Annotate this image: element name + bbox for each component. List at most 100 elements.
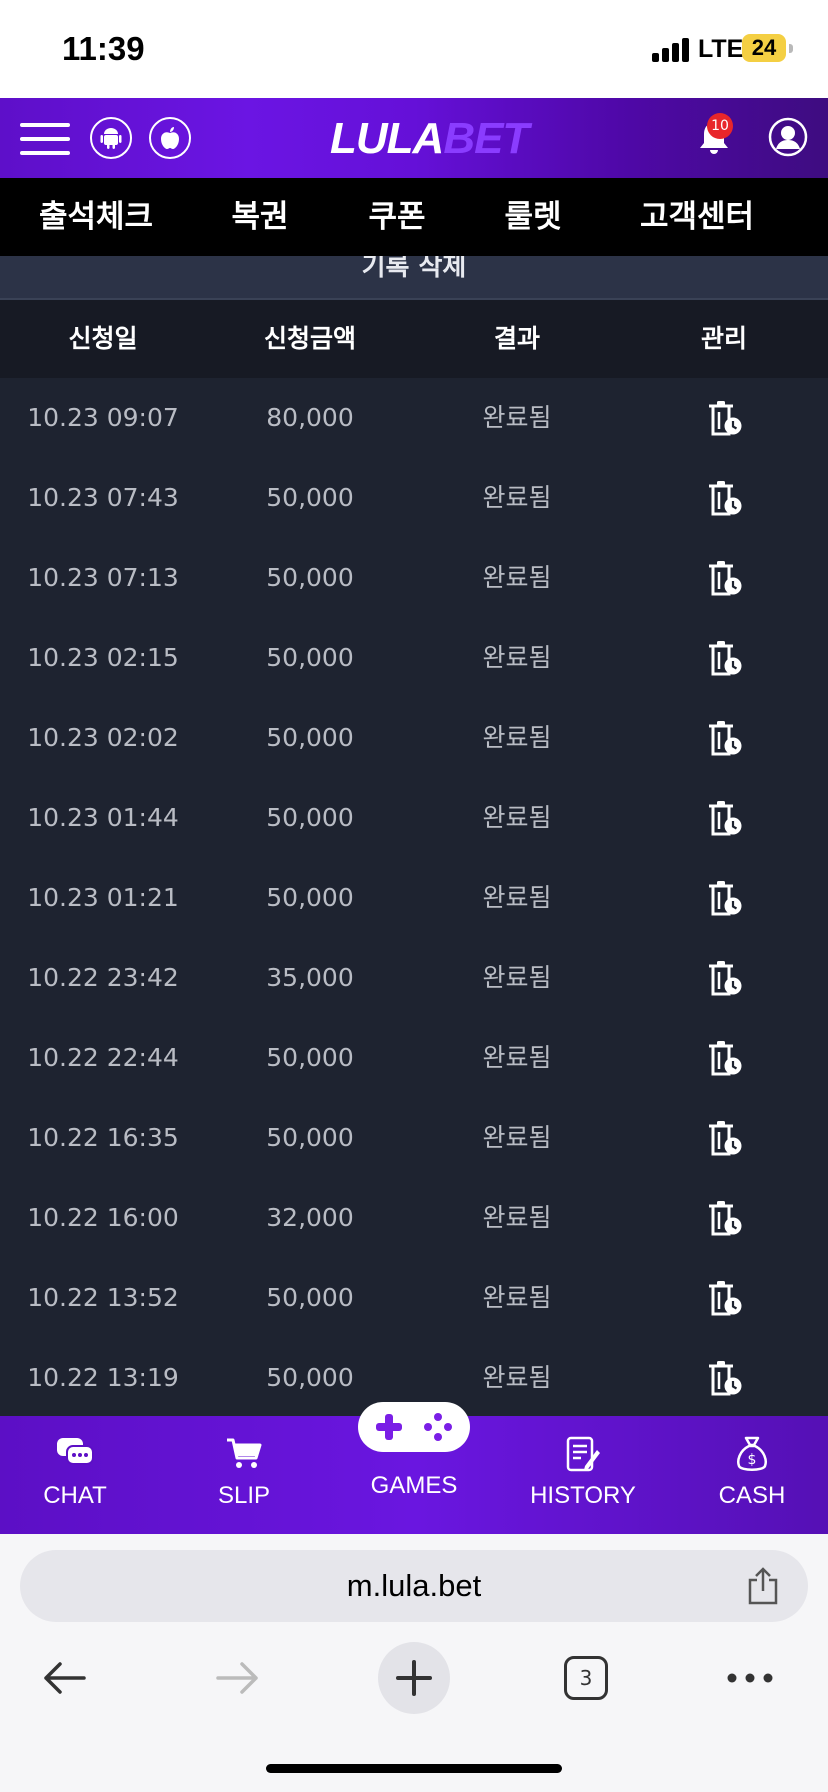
- delete-record-icon[interactable]: [704, 1038, 744, 1078]
- row-result: 완료됨: [482, 403, 552, 432]
- table-row: 10.23 01:44 50,000 완료됨: [0, 778, 828, 858]
- delete-record-icon[interactable]: [704, 1358, 744, 1398]
- row-date: 10.22 22:44: [27, 1043, 179, 1072]
- delete-record-icon[interactable]: [704, 478, 744, 518]
- bottom-nav-chat[interactable]: CHAT: [15, 1416, 135, 1534]
- row-amount: 50,000: [266, 883, 354, 912]
- bottom-nav-history[interactable]: HISTORY: [523, 1416, 643, 1534]
- row-date: 10.23 07:43: [27, 483, 179, 512]
- col-manage: 관리: [700, 324, 748, 353]
- row-result: 완료됨: [482, 563, 552, 592]
- cart-icon: [227, 1438, 262, 1468]
- table-row: 10.22 13:52 50,000 완료됨: [0, 1258, 828, 1338]
- delete-record-icon[interactable]: [704, 1278, 744, 1318]
- user-icon[interactable]: [768, 117, 808, 157]
- col-result: 결과: [493, 324, 541, 353]
- row-date: 10.22 13:52: [27, 1283, 179, 1312]
- new-tab-button[interactable]: [378, 1642, 450, 1714]
- row-result: 완료됨: [482, 483, 552, 512]
- delete-record-icon[interactable]: [704, 638, 744, 678]
- battery-level: 24: [751, 35, 777, 60]
- share-icon[interactable]: [746, 1566, 780, 1606]
- row-result: 완료됨: [482, 803, 552, 832]
- logo-part-a: LULA: [330, 114, 444, 163]
- tabs-button[interactable]: 3: [564, 1656, 608, 1700]
- apple-icon[interactable]: [149, 117, 191, 159]
- row-date: 10.22 23:42: [27, 963, 179, 992]
- table-row: 10.23 07:13 50,000 완료됨: [0, 538, 828, 618]
- row-date: 10.23 07:13: [27, 563, 179, 592]
- bottom-nav-cash-label: CASH: [718, 1482, 786, 1509]
- row-date: 10.22 16:00: [27, 1203, 179, 1232]
- android-icon[interactable]: [90, 117, 132, 159]
- bottom-nav-chat-label: CHAT: [43, 1482, 107, 1509]
- row-date: 10.23 02:15: [27, 643, 179, 672]
- money-bag-icon: $: [737, 1436, 767, 1471]
- history-icon: [566, 1436, 600, 1472]
- delete-record-icon[interactable]: [704, 398, 744, 438]
- row-date: 10.23 02:02: [27, 723, 179, 752]
- delete-record-icon[interactable]: [704, 1118, 744, 1158]
- forward-icon[interactable]: [214, 1660, 262, 1696]
- delete-record-icon[interactable]: [704, 558, 744, 598]
- row-date: 10.22 13:19: [27, 1363, 179, 1392]
- nav-attendance[interactable]: 출석체크: [39, 178, 153, 256]
- row-amount: 50,000: [266, 1283, 354, 1312]
- delete-record-icon[interactable]: [704, 718, 744, 758]
- row-amount: 50,000: [266, 643, 354, 672]
- chat-icon: [57, 1438, 94, 1465]
- battery-icon: 24: [742, 34, 786, 62]
- url-text: m.lula.bet: [346, 1568, 482, 1603]
- delete-history-bar[interactable]: 기록 삭제: [0, 256, 828, 300]
- row-amount: 50,000: [266, 1363, 354, 1392]
- row-date: 10.23 01:21: [27, 883, 179, 912]
- bottom-nav-games[interactable]: GAMES: [354, 1416, 474, 1534]
- table-row: 10.23 07:43 50,000 완료됨: [0, 458, 828, 538]
- row-result: 완료됨: [482, 1363, 552, 1392]
- more-icon[interactable]: [726, 1668, 774, 1688]
- nav-roulette[interactable]: 룰렛: [504, 178, 561, 256]
- back-icon[interactable]: [40, 1660, 88, 1696]
- status-time: 11:39: [62, 30, 145, 67]
- row-amount: 50,000: [266, 1123, 354, 1152]
- top-nav: 출석체크 복권 쿠폰 룰렛 고객센터: [0, 178, 828, 256]
- row-amount: 32,000: [266, 1203, 354, 1232]
- row-result: 완료됨: [482, 723, 552, 752]
- row-result: 완료됨: [482, 1123, 552, 1152]
- brand-logo[interactable]: LULABET: [330, 114, 529, 163]
- row-result: 완료됨: [482, 1283, 552, 1312]
- table-row: 10.23 09:07 80,000 완료됨: [0, 378, 828, 458]
- delete-record-icon[interactable]: [704, 958, 744, 998]
- col-amount: 신청금액: [263, 324, 357, 353]
- table-header: 신청일 신청금액 결과 관리: [0, 300, 828, 378]
- table-row: 10.22 16:00 32,000 완료됨: [0, 1178, 828, 1258]
- plus-icon: [396, 1660, 432, 1696]
- address-bar[interactable]: m.lula.bet: [20, 1550, 808, 1622]
- row-date: 10.23 09:07: [27, 403, 179, 432]
- row-result: 완료됨: [482, 643, 552, 672]
- table-row: 10.23 02:15 50,000 완료됨: [0, 618, 828, 698]
- bottom-nav-cash[interactable]: $ CASH: [692, 1416, 812, 1534]
- row-amount: 80,000: [266, 403, 354, 432]
- svg-text:$: $: [748, 1452, 757, 1468]
- battery-cap: [789, 44, 793, 53]
- col-date: 신청일: [68, 324, 138, 353]
- nav-customer-center[interactable]: 고객센터: [640, 178, 754, 256]
- bottom-nav-slip[interactable]: SLIP: [184, 1416, 304, 1534]
- delete-record-icon[interactable]: [704, 1198, 744, 1238]
- row-result: 완료됨: [482, 883, 552, 912]
- nav-coupon[interactable]: 쿠폰: [368, 178, 425, 256]
- delete-record-icon[interactable]: [704, 798, 744, 838]
- signal-icon: [652, 38, 692, 62]
- network-type: LTE: [698, 35, 744, 63]
- menu-icon[interactable]: [20, 123, 70, 155]
- nav-lottery[interactable]: 복권: [231, 178, 288, 256]
- row-amount: 50,000: [266, 1043, 354, 1072]
- row-result: 완료됨: [482, 1203, 552, 1232]
- bottom-nav-games-label: GAMES: [370, 1472, 458, 1499]
- table-row: 10.22 23:42 35,000 완료됨: [0, 938, 828, 1018]
- delete-record-icon[interactable]: [704, 878, 744, 918]
- row-date: 10.23 01:44: [27, 803, 179, 832]
- home-indicator: [266, 1764, 562, 1773]
- row-amount: 50,000: [266, 803, 354, 832]
